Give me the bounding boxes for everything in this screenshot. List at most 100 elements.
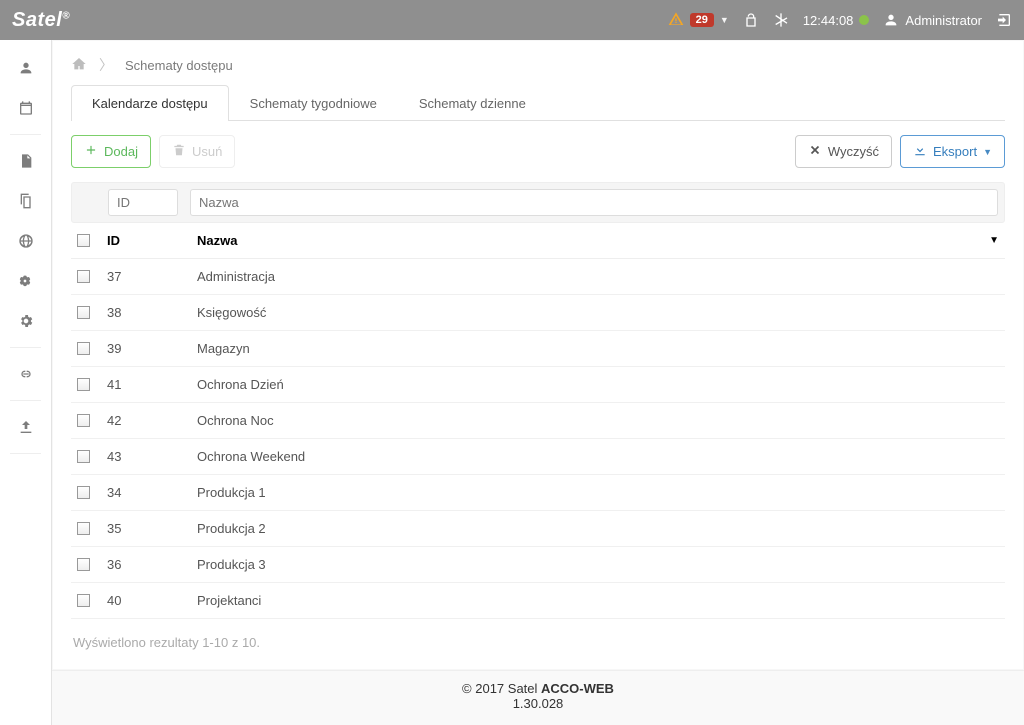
copy-icon <box>18 193 34 209</box>
caret-down-icon: ▼ <box>720 15 729 25</box>
filter-id-input[interactable] <box>108 189 178 216</box>
status-dot-icon <box>859 15 869 25</box>
row-id: 34 <box>107 485 197 500</box>
logout-icon <box>996 12 1012 28</box>
row-checkbox[interactable] <box>77 414 90 427</box>
user-icon <box>883 12 899 28</box>
logo: Satel® <box>12 9 70 32</box>
nav-documents[interactable] <box>0 141 51 181</box>
tab-daily[interactable]: Schematy dzienne <box>398 85 547 121</box>
document-icon <box>18 153 34 169</box>
calendar-icon <box>18 100 34 116</box>
table-row[interactable]: 35Produkcja 2 <box>71 511 1005 547</box>
row-checkbox[interactable] <box>77 486 90 499</box>
tab-calendars[interactable]: Kalendarze dostępu <box>71 85 229 121</box>
table-row[interactable]: 36Produkcja 3 <box>71 547 1005 583</box>
caret-down-icon: ▼ <box>983 147 992 157</box>
footer-version: 1.30.028 <box>52 696 1024 711</box>
clear-button[interactable]: Wyczyść <box>795 135 892 168</box>
row-name: Produkcja 1 <box>197 485 999 500</box>
row-checkbox[interactable] <box>77 270 90 283</box>
add-button[interactable]: Dodaj <box>71 135 151 168</box>
row-id: 36 <box>107 557 197 572</box>
table-row[interactable]: 42Ochrona Noc <box>71 403 1005 439</box>
unlock-icon[interactable] <box>743 12 759 28</box>
sidenav <box>0 40 52 725</box>
row-name: Ochrona Weekend <box>197 449 999 464</box>
table-row[interactable]: 37Administracja <box>71 259 1005 295</box>
clock-time: 12:44:08 <box>803 13 870 28</box>
user-icon <box>18 60 34 76</box>
row-id: 38 <box>107 305 197 320</box>
row-checkbox[interactable] <box>77 378 90 391</box>
row-id: 39 <box>107 341 197 356</box>
topbar: Satel® 29 ▼ 12:44:08 Administrator <box>0 0 1024 40</box>
row-id: 43 <box>107 449 197 464</box>
filter-row <box>71 182 1005 223</box>
row-checkbox[interactable] <box>77 522 90 535</box>
row-name: Produkcja 2 <box>197 521 999 536</box>
row-checkbox[interactable] <box>77 306 90 319</box>
gear-icon <box>18 313 34 329</box>
nav-users[interactable] <box>0 48 51 88</box>
row-id: 41 <box>107 377 197 392</box>
table-row[interactable]: 34Produkcja 1 <box>71 475 1005 511</box>
table-row[interactable]: 39Magazyn <box>71 331 1005 367</box>
link-icon <box>18 366 34 382</box>
home-icon[interactable] <box>71 56 87 75</box>
snowflake-icon[interactable] <box>773 12 789 28</box>
filter-name-input[interactable] <box>190 189 998 216</box>
row-name: Księgowość <box>197 305 999 320</box>
footer: © 2017 Satel ACCO-WEB 1.30.028 <box>52 670 1024 725</box>
column-name[interactable]: Nazwa <box>197 233 989 248</box>
nav-settings[interactable] <box>0 301 51 341</box>
table-row[interactable]: 40Projektanci <box>71 583 1005 619</box>
row-name: Ochrona Noc <box>197 413 999 428</box>
row-id: 35 <box>107 521 197 536</box>
sort-indicator-icon[interactable]: ▼ <box>989 235 999 246</box>
row-checkbox[interactable] <box>77 342 90 355</box>
upload-icon <box>18 419 34 435</box>
row-name: Magazyn <box>197 341 999 356</box>
logout-button[interactable] <box>996 12 1012 28</box>
globe-icon <box>18 233 34 249</box>
notifications-badge: 29 <box>690 13 714 27</box>
export-button-label: Eksport <box>933 144 977 159</box>
nav-calendars[interactable] <box>0 88 51 128</box>
select-all-checkbox[interactable] <box>77 234 90 247</box>
row-checkbox[interactable] <box>77 594 90 607</box>
breadcrumb-current: Schematy dostępu <box>125 58 233 73</box>
row-name: Projektanci <box>197 593 999 608</box>
delete-button-label: Usuń <box>192 144 222 159</box>
close-icon <box>808 143 822 160</box>
download-icon <box>913 143 927 160</box>
footer-copyright: © 2017 Satel <box>462 681 541 696</box>
plus-icon <box>84 143 98 160</box>
tab-weekly[interactable]: Schematy tygodniowe <box>229 85 398 121</box>
export-button[interactable]: Eksport ▼ <box>900 135 1005 168</box>
table-row[interactable]: 43Ochrona Weekend <box>71 439 1005 475</box>
table-row[interactable]: 38Księgowość <box>71 295 1005 331</box>
warning-icon <box>668 11 684 30</box>
column-id[interactable]: ID <box>107 233 197 248</box>
nav-divider <box>10 453 41 454</box>
breadcrumb-separator: 〉 <box>99 55 113 75</box>
nav-copy[interactable] <box>0 181 51 221</box>
table-header: ID Nazwa ▼ <box>71 223 1005 259</box>
table-row[interactable]: 41Ochrona Dzień <box>71 367 1005 403</box>
nav-divider <box>10 347 41 348</box>
row-id: 37 <box>107 269 197 284</box>
table: ID Nazwa ▼ 37Administracja38Księgowość39… <box>71 223 1005 619</box>
nav-globe[interactable] <box>0 221 51 261</box>
nav-upload[interactable] <box>0 407 51 447</box>
tabs: Kalendarze dostępu Schematy tygodniowe S… <box>71 85 1005 121</box>
nav-link[interactable] <box>0 354 51 394</box>
warning-indicator[interactable]: 29 ▼ <box>668 11 729 30</box>
nav-gears[interactable] <box>0 261 51 301</box>
results-summary: Wyświetlono rezultaty 1-10 z 10. <box>73 635 1003 650</box>
user-menu[interactable]: Administrator <box>883 12 982 28</box>
row-checkbox[interactable] <box>77 450 90 463</box>
row-name: Produkcja 3 <box>197 557 999 572</box>
row-checkbox[interactable] <box>77 558 90 571</box>
nav-divider <box>10 134 41 135</box>
